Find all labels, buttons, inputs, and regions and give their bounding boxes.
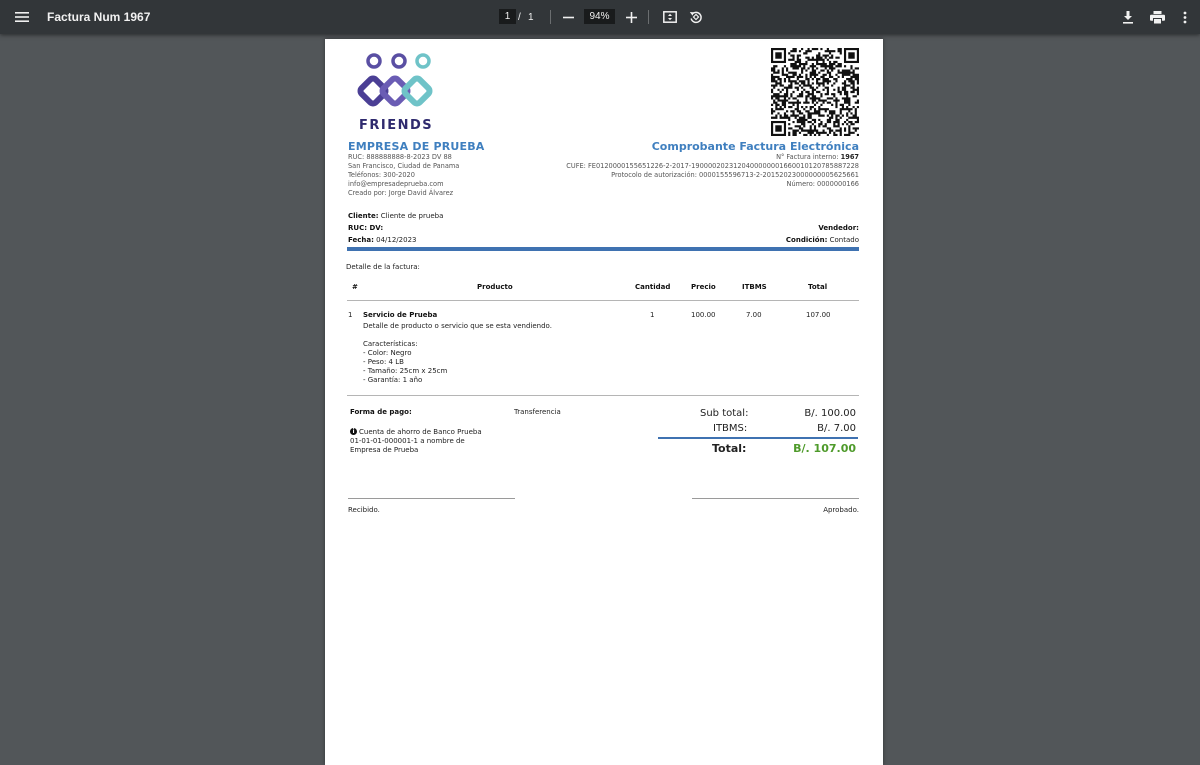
total-value: B/. 107.00 xyxy=(793,442,856,455)
total-label: Total: xyxy=(712,442,747,455)
fit-page-icon[interactable] xyxy=(662,0,678,34)
invoice-number: Número: 0000000166 xyxy=(786,180,859,188)
more-icon[interactable] xyxy=(1180,0,1190,34)
rotate-icon[interactable] xyxy=(688,0,704,34)
qr-code xyxy=(771,48,860,137)
company-logo: FRIENDS xyxy=(357,49,447,133)
menu-icon[interactable] xyxy=(12,0,32,34)
document-info: N° Factura interno: 1967 CUFE: FE0120000… xyxy=(566,153,859,189)
pdf-toolbar: Factura Num 1967 1 / 1 94% xyxy=(0,0,1200,34)
cufe: CUFE: FE0120000155651226-2-2017-19000020… xyxy=(566,162,859,170)
feature-item: - Peso: 4 LB xyxy=(363,358,404,366)
invoice-date: 04/12/2023 xyxy=(373,236,417,244)
download-icon[interactable] xyxy=(1120,0,1136,34)
internal-number-label: N° Factura interno: xyxy=(776,153,841,161)
subtotal-value: B/. 100.00 xyxy=(804,408,856,419)
totals-divider xyxy=(658,437,858,439)
client-name: Cliente de prueba xyxy=(378,212,444,220)
logo-text: FRIENDS xyxy=(359,118,434,133)
received-label: Recibido. xyxy=(348,506,380,514)
col-header-product: Producto xyxy=(477,283,513,291)
date-label: Fecha: xyxy=(348,236,374,244)
col-header-num: # xyxy=(352,283,358,291)
row-price: 100.00 xyxy=(691,311,716,319)
seller-info: Vendedor: Condición: Contado xyxy=(786,224,859,248)
section-divider xyxy=(347,247,859,251)
payment-method: Transferencia xyxy=(514,408,561,416)
client-label: Cliente: xyxy=(348,212,379,220)
company-name: EMPRESA DE PRUEBA xyxy=(348,140,485,153)
col-header-total: Total xyxy=(808,283,828,291)
col-header-qty: Cantidad xyxy=(635,283,671,291)
document-title: Factura Num 1967 xyxy=(47,10,151,24)
row-qty: 1 xyxy=(650,311,655,319)
ruc-dv-label: RUC: DV: xyxy=(348,224,384,232)
features-title: Características: xyxy=(363,340,418,348)
table-header-line xyxy=(347,300,859,301)
feature-item: - Garantía: 1 año xyxy=(363,376,423,384)
feature-item: - Tamaño: 25cm x 25cm xyxy=(363,367,448,375)
client-info: Cliente: Cliente de prueba RUC: DV: Fech… xyxy=(348,212,443,248)
page-number-input[interactable]: 1 xyxy=(499,9,516,24)
pdf-page: FRIENDS EMPRESA DE PRUEBA RUC: 888888888… xyxy=(325,39,883,765)
row-tax: 7.00 xyxy=(746,311,762,319)
zoom-in-icon[interactable] xyxy=(624,0,638,34)
company-ruc: RUC: 888888888-8-2023 DV 88 xyxy=(348,153,452,161)
seller-label: Vendedor: xyxy=(818,224,859,232)
row-num: 1 xyxy=(348,311,353,319)
zoom-out-icon[interactable] xyxy=(561,0,575,34)
toolbar-divider xyxy=(648,10,649,24)
approved-label: Aprobado. xyxy=(823,506,859,514)
company-email: info@empresadeprueba.com xyxy=(348,180,444,188)
company-address: San Francisco, Ciudad de Panama xyxy=(348,162,460,170)
bank-account-line: Cuenta de ahorro de Banco Prueba xyxy=(359,428,482,436)
product-name: Servicio de Prueba xyxy=(363,311,438,319)
received-signature-line xyxy=(348,498,515,499)
company-creator: Creado por: Jorge David Álvarez xyxy=(348,189,454,197)
condition-value: Contado xyxy=(827,236,859,244)
row-total: 107.00 xyxy=(806,311,831,319)
company-info: RUC: 888888888-8-2023 DV 88 San Francisc… xyxy=(348,153,459,198)
document-heading: Comprobante Factura Electrónica xyxy=(651,140,859,153)
print-icon[interactable] xyxy=(1149,0,1166,34)
product-description: Detalle de producto o servicio que se es… xyxy=(363,322,552,330)
total-pages: 1 xyxy=(528,11,534,23)
authorization-protocol: Protocolo de autorización: 0000155596713… xyxy=(611,171,859,179)
feature-item: - Color: Negro xyxy=(363,349,412,357)
tax-value: B/. 7.00 xyxy=(817,423,856,434)
col-header-tax: ITBMS xyxy=(742,283,767,291)
detail-title: Detalle de la factura: xyxy=(346,263,420,271)
table-bottom-line xyxy=(347,395,859,396)
page-separator: / xyxy=(518,11,521,23)
bank-account-line: Empresa de Prueba xyxy=(350,446,419,454)
tax-label: ITBMS: xyxy=(713,423,748,434)
condition-label: Condición: xyxy=(785,236,828,244)
zoom-input[interactable]: 94% xyxy=(584,9,615,24)
bank-account-line: 01-01-01-000001-1 a nombre de xyxy=(350,437,465,445)
col-header-price: Precio xyxy=(691,283,716,291)
toolbar-divider xyxy=(550,10,551,24)
company-phone: Teléfonos: 300-2020 xyxy=(348,171,415,179)
internal-number: 1967 xyxy=(840,153,859,161)
payment-label: Forma de pago: xyxy=(350,408,412,416)
approved-signature-line xyxy=(692,498,859,499)
info-icon: i xyxy=(350,428,357,435)
subtotal-label: Sub total: xyxy=(700,408,749,419)
